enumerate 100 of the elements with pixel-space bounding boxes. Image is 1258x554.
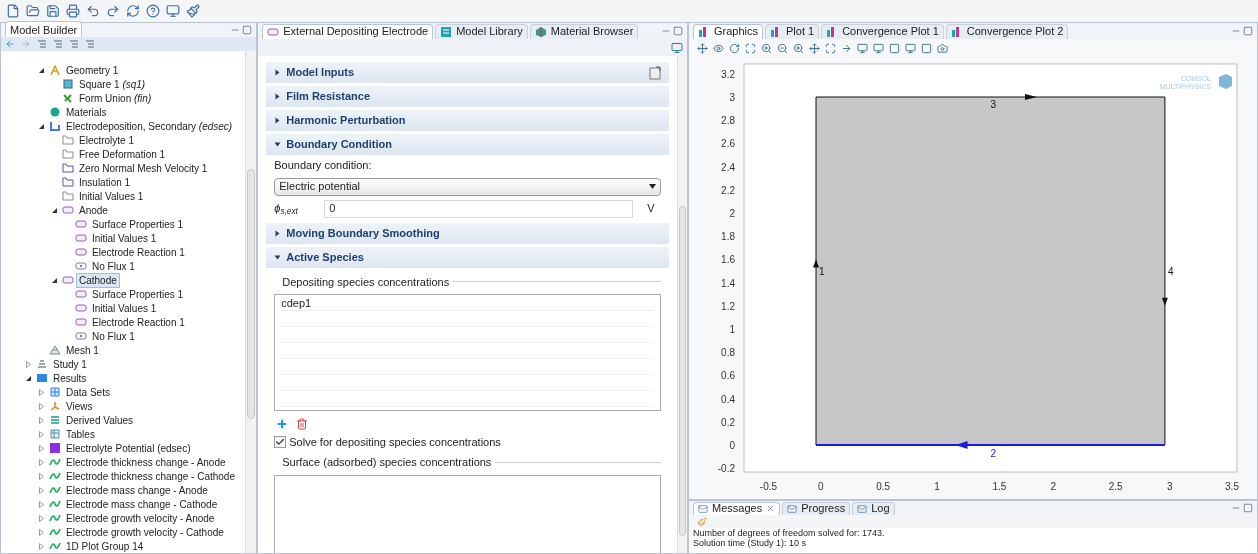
- graphics-tab[interactable]: Convergence Plot 1: [821, 23, 944, 39]
- tree-item[interactable]: Electrode thickness change - Cathode: [63, 468, 238, 484]
- expanded-arrow-icon[interactable]: [38, 66, 45, 74]
- expanded-arrow-icon[interactable]: [274, 253, 282, 261]
- tree-item[interactable]: Square 1 (sq1): [76, 76, 149, 92]
- tree-item[interactable]: Study 1: [50, 356, 90, 372]
- open-folder-icon[interactable]: [26, 4, 40, 18]
- rotate-icon[interactable]: [729, 42, 740, 54]
- close-icon[interactable]: [766, 504, 776, 513]
- screen-icon[interactable]: [873, 42, 884, 54]
- tree-item[interactable]: No Flux 1: [89, 328, 138, 344]
- collapsed-arrow-icon[interactable]: [274, 69, 282, 76]
- tree-item[interactable]: Electrode growth velocity - Anode: [63, 510, 218, 526]
- boundary-edge[interactable]: [815, 94, 1166, 100]
- tree-item[interactable]: Cathode: [76, 272, 120, 288]
- boundary-edge[interactable]: [813, 96, 819, 446]
- section-header[interactable]: Harmonic Perturbation: [266, 110, 669, 131]
- tree-item[interactable]: Data Sets: [63, 384, 113, 400]
- condition-select[interactable]: Electric potential: [274, 177, 661, 196]
- graphics-tab[interactable]: Graphics: [693, 23, 764, 39]
- back-icon[interactable]: [5, 39, 15, 49]
- expanded-arrow-icon[interactable]: [38, 122, 45, 130]
- tree-item[interactable]: Derived Values: [63, 412, 137, 428]
- expanded-arrow-icon[interactable]: [51, 206, 58, 214]
- tree-item[interactable]: Initial Values 1: [76, 188, 147, 204]
- editor-tab[interactable]: External Depositing Electrode: [262, 23, 434, 39]
- zoom-out-icon[interactable]: [777, 42, 788, 54]
- maximize-icon[interactable]: [673, 26, 683, 36]
- scrollbar[interactable]: [245, 51, 257, 553]
- table-cell[interactable]: cdep1: [281, 295, 654, 311]
- tree-item[interactable]: Electrode growth velocity - Cathode: [63, 524, 227, 540]
- camera-icon[interactable]: [937, 42, 948, 54]
- tree-item[interactable]: Anode: [76, 202, 111, 218]
- potential-field[interactable]: 0: [324, 199, 633, 218]
- graphics-tab[interactable]: Plot 1: [765, 23, 820, 39]
- boundary-edge[interactable]: [815, 441, 1166, 449]
- redo-icon[interactable]: [106, 4, 120, 18]
- solve-checkbox[interactable]: [274, 436, 287, 448]
- expanded-arrow-icon[interactable]: [274, 141, 282, 148]
- monitor-icon[interactable]: [166, 4, 180, 18]
- refresh-icon[interactable]: [126, 4, 140, 18]
- screen-icon[interactable]: [905, 42, 916, 54]
- tree-item[interactable]: Electrode mass change - Anode: [63, 482, 211, 498]
- collapsed-arrow-icon[interactable]: [274, 229, 282, 237]
- tree-item[interactable]: Electrode Reaction 1: [89, 314, 188, 330]
- graphics-tab[interactable]: Convergence Plot 2: [945, 23, 1069, 39]
- tree-item[interactable]: Electrolyte Potential (edsec): [63, 440, 194, 456]
- clipboard-icon[interactable]: [649, 65, 661, 80]
- tree-item[interactable]: Zero Normal Mesh Velocity 1: [76, 160, 211, 176]
- section-header[interactable]: Film Resistance: [266, 86, 669, 107]
- messages-tab[interactable]: Progress: [782, 501, 851, 515]
- maximize-icon[interactable]: [1243, 503, 1253, 513]
- zoom-extents-icon[interactable]: [825, 42, 836, 54]
- maximize-icon[interactable]: [242, 25, 253, 35]
- messages-tab[interactable]: Messages: [693, 501, 781, 515]
- frame-icon[interactable]: [889, 42, 900, 54]
- tree-item[interactable]: Free Deformation 1: [76, 146, 169, 162]
- section-header[interactable]: Model Inputs: [266, 62, 669, 83]
- window-icon[interactable]: [671, 41, 683, 54]
- tree-item[interactable]: Form Union (fin): [76, 90, 155, 106]
- brush-icon[interactable]: [186, 4, 200, 18]
- tree-item[interactable]: Tables: [63, 426, 98, 442]
- scrollbar[interactable]: [677, 56, 687, 553]
- new-file-icon[interactable]: [6, 4, 20, 18]
- collapsed-arrow-icon[interactable]: [274, 117, 282, 124]
- tree-item[interactable]: Electrodeposition, Secondary (edsec): [63, 118, 236, 134]
- print-icon[interactable]: [66, 4, 80, 18]
- eye-icon[interactable]: [713, 42, 724, 54]
- help-icon[interactable]: [146, 4, 160, 18]
- tree-item[interactable]: No Flux 1: [89, 258, 138, 274]
- tree-item[interactable]: Geometry 1: [63, 62, 122, 78]
- tree-item[interactable]: Views: [63, 398, 96, 414]
- boundary-edge[interactable]: [1161, 96, 1168, 446]
- undo-icon[interactable]: [86, 4, 100, 18]
- tree-item[interactable]: Surface Properties 1: [89, 216, 187, 232]
- tree-item[interactable]: Initial Values 1: [89, 230, 160, 246]
- section-header[interactable]: Boundary Condition: [266, 134, 669, 155]
- editor-tab[interactable]: Model Library: [435, 23, 528, 39]
- save-icon[interactable]: [46, 4, 60, 18]
- tree-item[interactable]: Electrolyte 1: [76, 132, 138, 148]
- tree-item[interactable]: Electrode mass change - Cathode: [63, 496, 221, 512]
- section-header[interactable]: Active Species: [266, 246, 669, 268]
- tree-item[interactable]: Insulation 1: [76, 174, 134, 190]
- tree-item[interactable]: Electrode Reaction 1: [89, 244, 188, 260]
- frame-icon[interactable]: [921, 42, 932, 54]
- add-icon[interactable]: [276, 418, 289, 430]
- expanded-arrow-icon[interactable]: [25, 374, 32, 382]
- tree-item[interactable]: Mesh 1: [63, 342, 102, 358]
- expanded-arrow-icon[interactable]: [51, 276, 58, 284]
- tree-item[interactable]: Initial Values 1: [89, 300, 160, 316]
- delete-icon[interactable]: [296, 418, 309, 430]
- tree-item[interactable]: Electrode thickness change - Anode: [63, 454, 229, 470]
- tree-item[interactable]: Surface Properties 1: [89, 286, 187, 302]
- screen-icon[interactable]: [857, 42, 868, 54]
- tree-item[interactable]: Results: [50, 370, 90, 386]
- zoom-in-icon[interactable]: [761, 42, 772, 54]
- maximize-icon[interactable]: [1243, 26, 1253, 36]
- pan-icon[interactable]: [809, 42, 820, 54]
- editor-tab[interactable]: Material Browser: [529, 23, 639, 39]
- section-header[interactable]: Moving Boundary Smoothing: [266, 222, 669, 244]
